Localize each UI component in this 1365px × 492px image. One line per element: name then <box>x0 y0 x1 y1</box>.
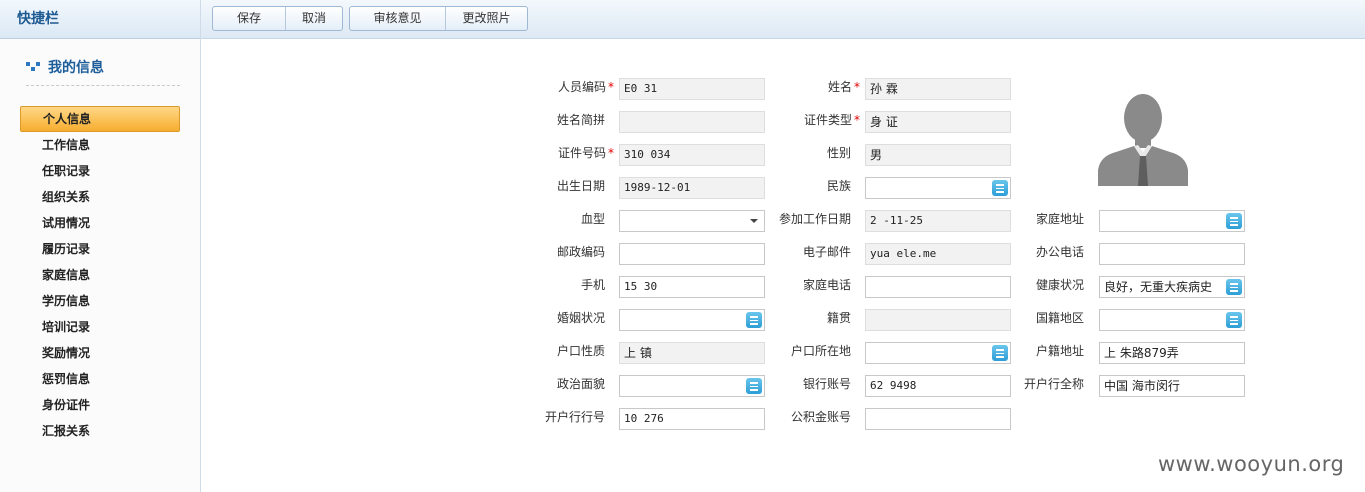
birth-label: 出生日期 <box>556 179 605 193</box>
list-picker-icon[interactable] <box>746 378 762 394</box>
work-date-label: 参加工作日期 <box>778 212 851 226</box>
sidebar-item-probation[interactable]: 试用情况 <box>20 210 180 236</box>
ethnic-label: 民族 <box>826 179 851 193</box>
health-field[interactable]: 良好，无重大疾病史 <box>1099 276 1245 298</box>
fund-acct-field[interactable] <box>865 408 1011 430</box>
home-tel-label: 家庭电话 <box>802 278 851 292</box>
postcode-field[interactable] <box>619 243 765 265</box>
mobile-field[interactable]: 15 30 <box>619 276 765 298</box>
review-photo-group: 审核意见 更改照片 <box>349 6 528 31</box>
change-photo-button[interactable]: 更改照片 <box>445 7 527 30</box>
hukou-loc-label: 户口所在地 <box>790 344 851 358</box>
sidebar-item-org[interactable]: 组织关系 <box>20 184 180 210</box>
home-addr-field[interactable] <box>1099 210 1245 232</box>
email-field[interactable]: yua ele.me <box>865 243 1011 265</box>
marital-field[interactable] <box>619 309 765 331</box>
blood-label: 血型 <box>580 212 605 226</box>
sidebar-item-penalty[interactable]: 惩罚信息 <box>20 366 180 392</box>
sidebar-item-training[interactable]: 培训记录 <box>20 314 180 340</box>
bank-name-label: 开户行全称 <box>1023 377 1084 391</box>
app-window: 快捷栏 我的信息 个人信息 工作信息 任职记录 组织关系 试用情况 履历记录 家… <box>0 0 1365 492</box>
email-label: 电子邮件 <box>802 245 851 259</box>
emp-code-field[interactable]: E0 31 <box>619 78 765 100</box>
id-type-field[interactable]: 身 证 <box>865 111 1011 133</box>
birth-field[interactable]: 1989-12-01 <box>619 177 765 199</box>
hukou-type-field[interactable]: 上 镇 <box>619 342 765 364</box>
name-label: 姓名 * <box>827 80 860 94</box>
sidebar-item-reporting[interactable]: 汇报关系 <box>20 418 180 444</box>
home-addr-label: 家庭地址 <box>1035 212 1084 226</box>
sidebar-item-work[interactable]: 工作信息 <box>20 132 180 158</box>
sidebar-item-family[interactable]: 家庭信息 <box>20 262 180 288</box>
list-picker-icon[interactable] <box>1226 213 1242 229</box>
ethnic-field[interactable] <box>865 177 1011 199</box>
sidebar: 快捷栏 我的信息 个人信息 工作信息 任职记录 组织关系 试用情况 履历记录 家… <box>0 0 201 492</box>
cancel-button[interactable]: 取消 <box>285 7 342 30</box>
sidebar-nav: 个人信息 工作信息 任职记录 组织关系 试用情况 履历记录 家庭信息 学历信息 … <box>20 106 180 444</box>
name-field[interactable]: 孙 霖 <box>865 78 1011 100</box>
bank-no-field[interactable]: 10 276 <box>619 408 765 430</box>
sidebar-item-education[interactable]: 学历信息 <box>20 288 180 314</box>
health-label: 健康状况 <box>1035 278 1084 292</box>
home-tel-field[interactable] <box>865 276 1011 298</box>
bank-no-label: 开户行行号 <box>544 410 605 424</box>
hukou-addr-label: 户籍地址 <box>1035 344 1084 358</box>
political-label: 政治面貌 <box>556 377 605 391</box>
postcode-label: 邮政编码 <box>556 245 605 259</box>
sidebar-item-id-docs[interactable]: 身份证件 <box>20 392 180 418</box>
mobile-label: 手机 <box>580 278 605 292</box>
sidebar-item-resume[interactable]: 履历记录 <box>20 236 180 262</box>
tree-icon <box>26 62 40 72</box>
office-tel-label: 办公电话 <box>1035 245 1084 259</box>
list-picker-icon[interactable] <box>1226 279 1242 295</box>
sidebar-title: 快捷栏 <box>0 0 200 39</box>
sidebar-item-rewards[interactable]: 奖励情况 <box>20 340 180 366</box>
id-no-label: 证件号码 * <box>557 146 614 160</box>
review-button[interactable]: 审核意见 <box>350 7 445 30</box>
hukou-addr-field[interactable]: 上 朱路879弄 <box>1099 342 1245 364</box>
fund-acct-label: 公积金账号 <box>790 410 851 424</box>
pinyin-label: 姓名简拼 <box>556 113 605 127</box>
toolbar: 保存 取消 审核意见 更改照片 <box>201 0 1365 39</box>
id-no-field[interactable]: 310 034 <box>619 144 765 166</box>
native-field[interactable] <box>865 309 1011 331</box>
id-type-label: 证件类型 * <box>803 113 860 127</box>
pinyin-field[interactable] <box>619 111 765 133</box>
emp-code-label: 人员编码 * <box>557 80 614 94</box>
blood-select[interactable] <box>619 210 765 232</box>
hukou-loc-field[interactable] <box>865 342 1011 364</box>
section-title-label: 我的信息 <box>48 60 104 76</box>
watermark: www.wooyun.org <box>1158 452 1345 476</box>
nationality-label: 国籍地区 <box>1035 311 1084 325</box>
gender-label: 性别 <box>826 146 851 160</box>
save-cancel-group: 保存 取消 <box>212 6 343 31</box>
avatar-placeholder-icon <box>1098 94 1188 186</box>
sidebar-item-position[interactable]: 任职记录 <box>20 158 180 184</box>
save-button[interactable]: 保存 <box>213 7 285 30</box>
bank-name-field[interactable]: 中国 海市闵行 <box>1099 375 1245 397</box>
hukou-type-label: 户口性质 <box>556 344 605 358</box>
political-field[interactable] <box>619 375 765 397</box>
gender-field[interactable]: 男 <box>865 144 1011 166</box>
native-label: 籍贯 <box>826 311 851 325</box>
office-tel-field[interactable] <box>1099 243 1245 265</box>
section-title: 我的信息 <box>26 58 180 86</box>
nationality-field[interactable] <box>1099 309 1245 331</box>
bank-acct-label: 银行账号 <box>802 377 851 391</box>
list-picker-icon[interactable] <box>746 312 762 328</box>
work-date-field[interactable]: 2 -11-25 <box>865 210 1011 232</box>
chevron-down-icon <box>750 219 758 223</box>
sidebar-item-personal[interactable]: 个人信息 <box>20 106 180 132</box>
list-picker-icon[interactable] <box>992 180 1008 196</box>
bank-acct-field[interactable]: 62 9498 <box>865 375 1011 397</box>
marital-label: 婚姻状况 <box>556 311 605 325</box>
list-picker-icon[interactable] <box>1226 312 1242 328</box>
